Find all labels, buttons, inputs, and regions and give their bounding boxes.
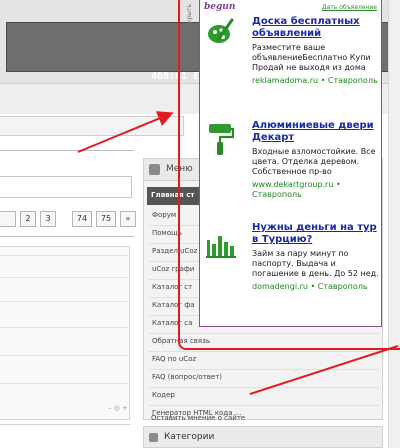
ad-item: Алюминиевые двери Декарт Входные взломос… [200,120,383,220]
content-divider [0,150,134,151]
ad-description: Разместите ваше объявлениеБесплатно Купи… [252,43,371,72]
search-bar[interactable] [0,116,184,136]
sidebar-item-forum[interactable]: Форум [152,211,176,219]
content-row-line [0,327,128,328]
content-input-field[interactable] [0,176,132,198]
sidebar-item-faq-qa[interactable]: FAQ (вопрос/ответ) [152,373,222,381]
ad-text: Нужны деньги на тур в Турцию? Займ за па… [252,222,380,292]
sidebar-separator [149,405,379,406]
close-icon: x закрыть [186,4,193,36]
page-next-link[interactable]: » [120,211,136,227]
ad-url-link[interactable]: reklamadoma.ru • Ставрополь [252,76,380,86]
ad-url-link[interactable]: www.dekartgroup.ru • Ставрополь [252,180,380,200]
begun-ad-block: begun Дать объявление x закрыть Доска бе… [186,0,383,327]
begun-logo[interactable]: begun [204,2,235,12]
ad-text: Доска бесплатных объявлений Разместите в… [252,16,380,86]
ad-text: Алюминиевые двери Декарт Входные взломос… [252,120,380,200]
pagination: 2 3 74 75 » [0,211,136,229]
categories-icon [149,433,158,442]
content-divider [0,236,134,237]
content-divider [0,424,130,425]
ad-description: Входные взломостойкие. Все цвета. Отделк… [252,147,376,176]
bar-chart-icon [206,236,236,258]
page-link[interactable]: 75 [96,211,116,227]
sidebar-categories-title: Категории [164,432,215,442]
sidebar-separator [149,351,379,352]
palette-brush-icon [208,18,234,43]
sidebar-item-faq-ucoz[interactable]: FAQ по uCoz [152,355,196,363]
ad-header: begun Дать объявление [200,0,381,14]
content-controls[interactable]: – ◎ + [108,404,128,412]
content-panel [0,246,130,420]
ad-description: Займ за пару минут по паспорту. Выдача и… [252,249,379,278]
ad-close-button[interactable]: x закрыть [186,4,198,84]
content-row-line [0,277,128,278]
ad-url-link[interactable]: domadengi.ru • Ставрополь [252,282,380,292]
page-link-prev[interactable] [0,211,16,227]
ad-item: Нужны деньги на тур в Турцию? Займ за па… [200,222,383,322]
sidebar-item-coder[interactable]: Кодер [152,391,175,399]
content-row-line [0,383,128,384]
ad-title-link[interactable]: Алюминиевые двери Декарт [252,120,380,144]
content-row-line [0,355,128,356]
page-link[interactable]: 3 [40,211,56,227]
content-row-line [0,301,128,302]
paint-roller-icon [209,124,234,155]
ad-title-link[interactable]: Доска бесплатных объявлений [252,16,380,40]
content-row-line [0,255,128,256]
menu-icon [149,164,160,175]
post-ad-link[interactable]: Дать объявление [322,4,377,11]
page-link[interactable]: 2 [20,211,36,227]
ad-item: Доска бесплатных объявлений Разместите в… [200,16,383,108]
sidebar-separator [149,387,379,388]
page-link[interactable]: 74 [72,211,92,227]
sidebar-separator [149,369,379,370]
sidebar-item-leave-feedback[interactable]: Оставить мнение о сайте [151,414,245,422]
sidebar-categories-header: Категории [143,426,383,448]
ad-title-link[interactable]: Нужны деньги на тур в Турцию? [252,222,380,246]
